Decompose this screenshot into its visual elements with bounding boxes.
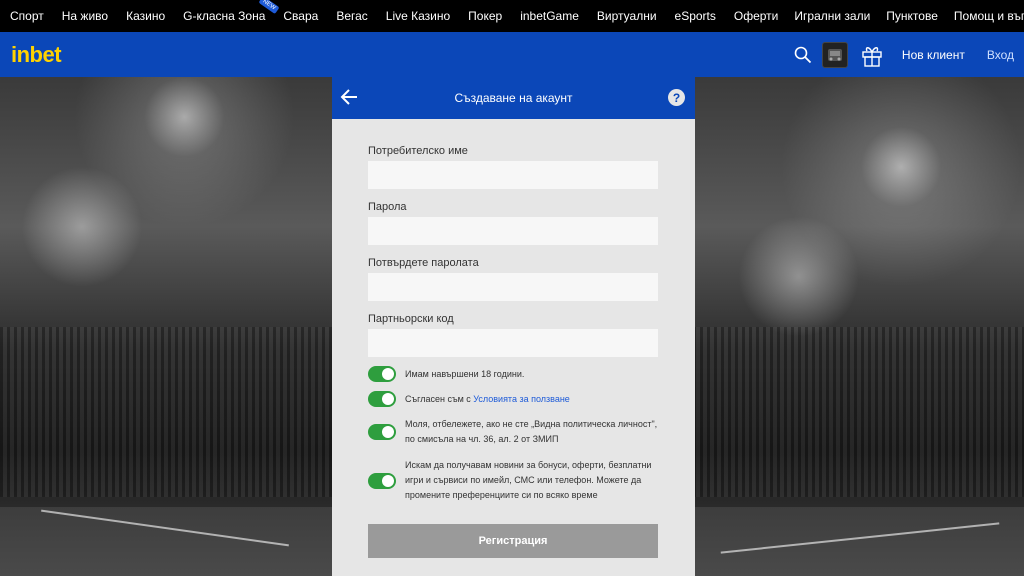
nav-poker[interactable]: Покер xyxy=(468,9,502,23)
help-icon[interactable]: ? xyxy=(668,89,685,106)
nav-vegas[interactable]: Вегас xyxy=(336,9,367,23)
new-client-link[interactable]: Нов клиент xyxy=(902,48,965,62)
marketing-toggle[interactable] xyxy=(368,472,396,489)
logo[interactable]: inbet xyxy=(11,42,62,68)
avatar-icon[interactable] xyxy=(821,41,848,68)
terms-text-wrap: Съгласен съм с Условията за ползване xyxy=(405,392,570,407)
nav-sport[interactable]: Спорт xyxy=(10,9,44,23)
nav-esports[interactable]: eSports xyxy=(675,9,716,23)
confirm-password-group: Потвърдете паролата xyxy=(368,257,658,301)
age-consent-text: Имам навършени 18 години. xyxy=(405,368,525,379)
gift-icon[interactable] xyxy=(860,42,884,68)
pep-row: Моля, отбележете, ако не сте „Видна поли… xyxy=(368,417,658,447)
partner-code-label: Партньорски код xyxy=(368,313,454,325)
terms-toggle[interactable] xyxy=(368,391,396,407)
brand-actions: Нов клиент Вход xyxy=(792,32,1024,77)
modal-header: Създаване на акаунт ? xyxy=(332,77,695,119)
password-label: Парола xyxy=(368,201,407,213)
nav-svara[interactable]: Свара xyxy=(283,9,318,23)
nav-g-zone[interactable]: G-класна Зона NEW xyxy=(183,0,280,23)
registration-modal: Създаване на акаунт ? Потребителско име … xyxy=(332,77,695,576)
pep-toggle[interactable] xyxy=(368,424,396,440)
back-arrow-icon[interactable] xyxy=(340,87,360,107)
nav-virtual[interactable]: Виртуални xyxy=(597,9,657,23)
confirm-password-input[interactable] xyxy=(368,273,658,301)
nav-live[interactable]: На живо xyxy=(62,9,108,23)
partner-code-group: Партньорски код xyxy=(368,313,658,357)
top-navigation: Спорт На живо Казино G-класна Зона NEW Св… xyxy=(0,0,1024,32)
terms-row: Съгласен съм с Условията за ползване xyxy=(368,391,658,407)
nav-inbetgame[interactable]: inbetGame xyxy=(520,9,579,23)
nav-live-casino[interactable]: Live Казино xyxy=(386,9,450,23)
marketing-row: Искам да получавам новини за бонуси, офе… xyxy=(368,458,658,503)
pep-text: Моля, отбележете, ако не сте „Видна поли… xyxy=(405,419,658,444)
username-input[interactable] xyxy=(368,161,658,189)
register-button[interactable]: Регистрация xyxy=(368,524,658,558)
nav-casino[interactable]: Казино xyxy=(126,9,165,23)
confirm-password-label: Потвърдете паролата xyxy=(368,257,479,269)
nav-help[interactable]: Помощ и въпроси xyxy=(954,9,1024,23)
age-toggle[interactable] xyxy=(368,366,396,382)
login-link[interactable]: Вход xyxy=(987,48,1014,62)
nav-offers[interactable]: Оферти xyxy=(734,9,779,23)
nav-outlets[interactable]: Пунктове xyxy=(886,9,938,23)
age-consent-row: Имам навършени 18 години. xyxy=(368,366,658,382)
search-icon[interactable] xyxy=(792,44,814,66)
username-group: Потребителско име xyxy=(368,145,658,189)
modal-title: Създаване на акаунт xyxy=(454,91,573,105)
partner-code-input[interactable] xyxy=(368,329,658,357)
pitch-line xyxy=(41,509,289,547)
password-input[interactable] xyxy=(368,217,658,245)
brand-bar: inbet Нов клиент Вход xyxy=(0,32,1024,77)
terms-link[interactable]: Условията за ползване xyxy=(473,394,570,404)
username-label: Потребителско име xyxy=(368,145,468,157)
nav-gaming-halls[interactable]: Игрални зали xyxy=(794,9,870,23)
marketing-text: Искам да получавам новини за бонуси, офе… xyxy=(405,460,652,500)
topnav-right: Игрални зали Пунктове Помощ и въпроси xyxy=(786,0,1024,32)
pitch-line xyxy=(720,522,1000,554)
nav-g-zone-label: G-класна Зона xyxy=(183,9,266,23)
terms-text: Съгласен съм с xyxy=(405,393,471,404)
topnav-left: Спорт На живо Казино G-класна Зона NEW Св… xyxy=(0,0,786,32)
password-group: Парола xyxy=(368,201,658,245)
